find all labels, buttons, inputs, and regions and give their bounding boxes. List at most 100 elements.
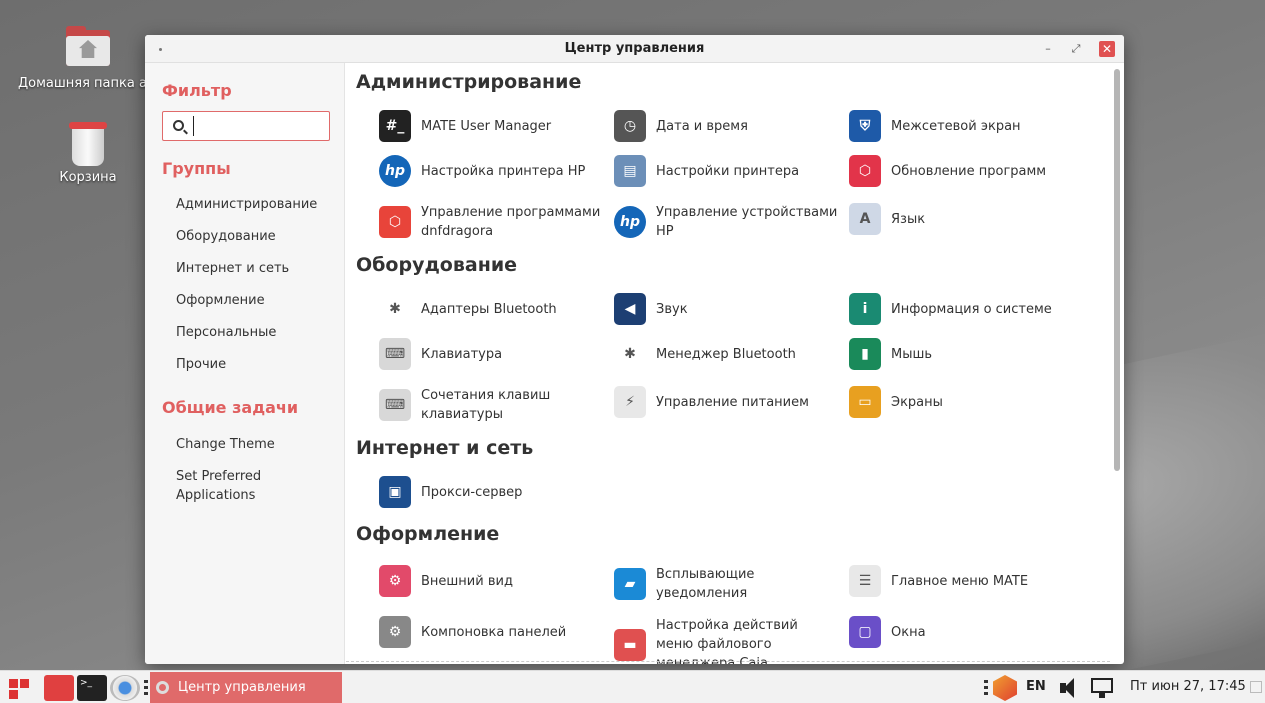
control-item[interactable]: ▢ Окна <box>849 616 1074 648</box>
appearance-icon: ⚙ <box>379 565 411 597</box>
task-preferred-apps[interactable]: Set Preferred Applications <box>176 467 286 505</box>
control-item[interactable]: ⌨ Клавиатура <box>379 338 604 370</box>
maximize-button[interactable]: ⤢ <box>1068 41 1084 57</box>
control-item[interactable]: ▮ Мышь <box>849 338 1074 370</box>
control-item[interactable]: ✱ Менеджер Bluetooth <box>614 338 839 370</box>
control-item-label: Настройки принтера <box>656 163 800 179</box>
control-item-label: Всплывающие уведомления <box>656 567 755 601</box>
group-appearance[interactable]: Оформление <box>176 293 265 308</box>
close-button[interactable]: ✕ <box>1099 41 1115 57</box>
window-menu-icon[interactable] <box>159 48 162 51</box>
control-item[interactable]: ⬡ Обновление программ <box>849 155 1074 187</box>
control-item-label: Компоновка панелей <box>421 624 567 640</box>
titlebar[interactable]: Центр управления – ⤢ ✕ <box>145 35 1124 63</box>
control-item-label: Внешний вид <box>421 573 513 589</box>
package-icon: ⬡ <box>849 155 881 187</box>
keyboard-layout-indicator[interactable]: EN <box>1026 679 1046 694</box>
network-icon[interactable] <box>1089 675 1115 701</box>
bluetooth-icon: ✱ <box>614 338 646 370</box>
control-item[interactable]: ▭ Экраны <box>849 386 1074 418</box>
control-item-label: Экраны <box>891 394 943 410</box>
keyboard-icon: ⌨ <box>379 389 411 421</box>
taskbar: >_ Центр управления EN Пт июн 27, 17:45 <box>0 670 1265 703</box>
language-icon: A <box>849 203 881 235</box>
group-hardware[interactable]: Оборудование <box>176 229 276 244</box>
keyboard-icon: ⌨ <box>379 338 411 370</box>
desktop-trash[interactable]: Корзина <box>18 120 158 185</box>
control-item-label: Управление программами dnfdragora <box>421 205 601 239</box>
trash-icon <box>64 120 112 166</box>
control-item[interactable]: i Информация о системе <box>849 293 1074 325</box>
control-item[interactable]: ⚙ Компоновка панелей <box>379 616 604 648</box>
control-item[interactable]: ☰ Главное меню MATE <box>849 565 1074 597</box>
info-icon: i <box>849 293 881 325</box>
scrollbar[interactable] <box>1114 69 1120 471</box>
mouse-icon: ▮ <box>849 338 881 370</box>
control-item[interactable]: ▤ Настройки принтера <box>614 155 839 187</box>
window-icon: ▢ <box>849 616 881 648</box>
terminal-launcher-icon[interactable]: >_ <box>77 675 107 701</box>
control-item[interactable]: ◷ Дата и время <box>614 110 839 142</box>
control-item-label: Управление устройствами HP <box>656 205 838 239</box>
folder-icon: ▬ <box>614 628 646 661</box>
home-folder-icon <box>64 26 112 70</box>
control-item[interactable]: ⚡ Управление питанием <box>614 386 839 418</box>
control-item-label: MATE User Manager <box>421 118 552 134</box>
hp-icon: hp <box>379 155 411 187</box>
task-change-theme[interactable]: Change Theme <box>176 437 275 452</box>
search-box[interactable] <box>162 111 330 141</box>
control-item[interactable]: #_ MATE User Manager <box>379 110 604 142</box>
control-item[interactable]: ⌨ Сочетания клавиш клавиатуры <box>379 386 604 424</box>
control-item[interactable]: hp Управление устройствами HP <box>614 203 839 241</box>
notification-icon: ▰ <box>614 568 646 600</box>
group-other[interactable]: Прочие <box>176 357 226 372</box>
control-item[interactable]: ▬ Настройка действий меню файлового менед… <box>614 616 839 664</box>
control-item[interactable]: ⬡ Управление программами dnfdragora <box>379 203 604 241</box>
search-input[interactable] <box>193 116 323 136</box>
task-control-center[interactable]: Центр управления <box>150 672 342 703</box>
section-title-internet: Интернет и сеть <box>356 437 534 459</box>
tasks-heading: Общие задачи <box>162 398 299 417</box>
control-item[interactable]: ✱ Адаптеры Bluetooth <box>379 293 604 325</box>
show-desktop-icon[interactable] <box>1250 681 1262 693</box>
clock[interactable]: Пт июн 27, 17:45 <box>1130 679 1246 694</box>
group-personal[interactable]: Персональные <box>176 325 276 340</box>
desktop-trash-label: Корзина <box>59 170 117 185</box>
filter-heading: Фильтр <box>162 81 232 100</box>
volume-icon[interactable] <box>1058 675 1080 701</box>
section-title-appearance: Оформление <box>356 523 500 545</box>
sidebar: Фильтр Группы Администрирование Оборудов… <box>145 63 345 664</box>
control-item[interactable]: A Язык <box>849 203 1074 235</box>
control-item-label: Адаптеры Bluetooth <box>421 301 557 317</box>
files-launcher-icon[interactable] <box>44 675 74 701</box>
control-item-label: Управление питанием <box>656 394 809 410</box>
control-item[interactable]: ⛨ Межсетевой экран <box>849 110 1074 142</box>
tray-separator <box>984 680 988 696</box>
control-item-label: Мышь <box>891 346 933 362</box>
control-item-label: Настройка действий меню файлового менедж… <box>656 618 798 664</box>
task-label: Центр управления <box>178 680 306 695</box>
minimize-button[interactable]: – <box>1040 41 1056 57</box>
desktop-home-folder[interactable]: Домашняя папка ale <box>18 26 158 91</box>
browser-launcher-icon[interactable] <box>110 675 140 701</box>
bluetooth-icon: ✱ <box>379 293 411 325</box>
control-item-label: Прокси-сервер <box>421 484 523 500</box>
control-item[interactable]: ◀ Звук <box>614 293 839 325</box>
control-item-label: Клавиатура <box>421 346 503 362</box>
update-notifier-icon[interactable] <box>993 675 1017 701</box>
group-administration[interactable]: Администрирование <box>176 197 317 212</box>
control-item-label: Настройка принтера HP <box>421 163 586 179</box>
control-item-label: Сочетания клавиш клавиатуры <box>421 388 551 422</box>
control-item[interactable]: ▣ Прокси-сервер <box>379 476 604 508</box>
control-item[interactable]: ▰ Всплывающие уведомления <box>614 565 839 603</box>
control-item[interactable]: hp Настройка принтера HP <box>379 155 604 187</box>
desktop-home-label: Домашняя папка ale <box>18 76 146 91</box>
section-title-administration: Администрирование <box>356 71 582 93</box>
control-item[interactable]: ⚙ Внешний вид <box>379 565 604 597</box>
content-bottom-edge <box>346 661 1110 662</box>
gear-icon <box>156 681 169 694</box>
menu-launcher-icon[interactable] <box>9 675 31 701</box>
control-center-window: Центр управления – ⤢ ✕ Фильтр Группы Адм… <box>145 35 1124 664</box>
group-internet[interactable]: Интернет и сеть <box>176 261 289 276</box>
control-item-label: Обновление программ <box>891 163 1047 179</box>
